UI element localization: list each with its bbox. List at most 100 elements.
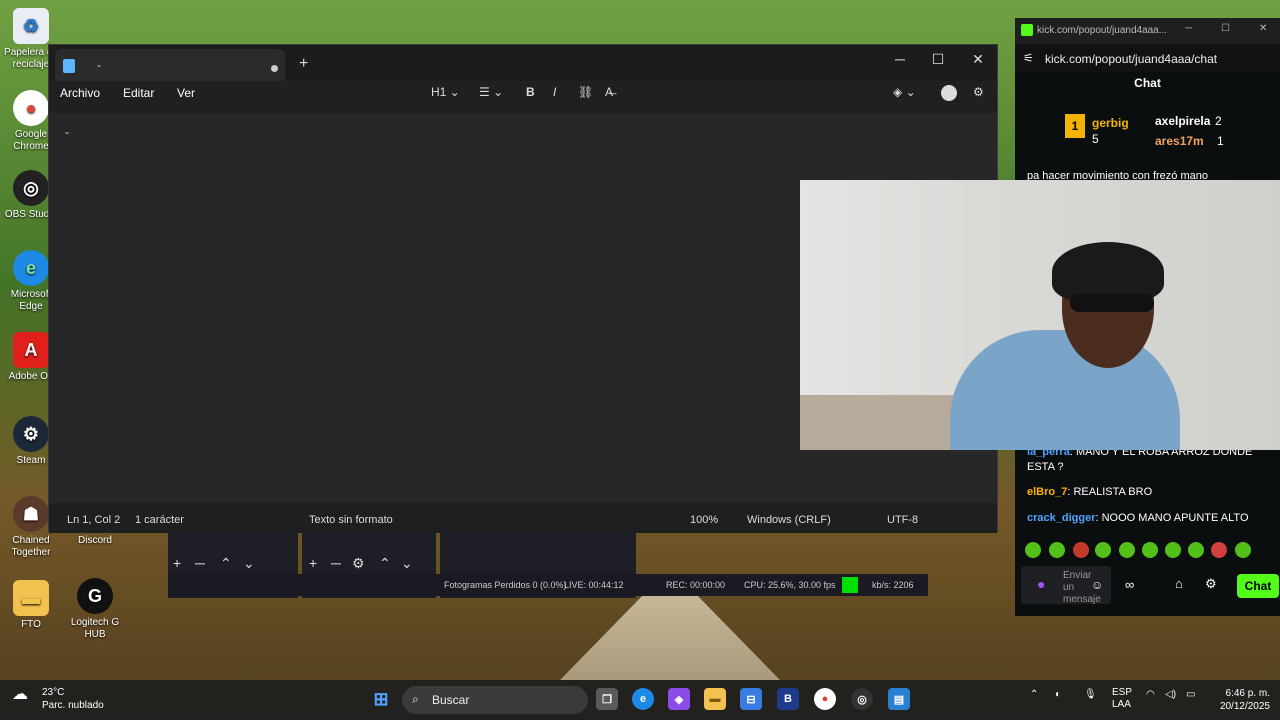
list-dropdown[interactable]: ☰ ⌄ <box>479 85 503 99</box>
obs-scene-down-button[interactable]: ⌄ <box>243 555 255 572</box>
emote-icon[interactable] <box>1095 542 1111 558</box>
task-view-icon[interactable]: ❐ <box>596 688 618 710</box>
obs-taskbar-icon[interactable]: ◎ <box>851 688 873 710</box>
language-indicator[interactable]: ESP LAA <box>1112 687 1132 711</box>
chat-username[interactable]: elBro_7 <box>1027 486 1067 498</box>
chat-close-button[interactable]: ✕ <box>1259 23 1267 34</box>
new-tab-button[interactable]: + <box>299 55 308 73</box>
account-icon[interactable] <box>941 85 957 101</box>
volume-icon[interactable]: ◁) <box>1165 689 1176 700</box>
menu-ver[interactable]: Ver <box>177 86 195 100</box>
store-taskbar-icon[interactable]: ⊟ <box>740 688 762 710</box>
obs-source-down-button[interactable]: ⌄ <box>401 555 413 572</box>
infinity-icon[interactable]: ∞ <box>1125 577 1134 592</box>
list-icon: ☰ <box>479 85 490 99</box>
status-format[interactable]: Texto sin formato <box>309 514 393 526</box>
close-button[interactable]: ✕ <box>963 51 993 68</box>
obs-kbs: kb/s: 2206 <box>872 580 914 590</box>
logitech-icon: G <box>77 578 113 614</box>
wifi-icon[interactable]: ◠ <box>1146 689 1155 700</box>
status-line-ending[interactable]: Windows (CRLF) <box>747 514 831 526</box>
menu-archivo[interactable]: Archivo <box>60 86 100 100</box>
status-zoom[interactable]: 100% <box>690 514 718 526</box>
heading-dropdown[interactable]: H1 ⌄ <box>431 85 460 99</box>
weather-desc: Parc. nublado <box>42 700 104 711</box>
obs-source-settings-icon[interactable]: ⚙ <box>352 555 365 572</box>
menu-editar[interactable]: Editar <box>123 86 154 100</box>
desktop-icon-discord[interactable]: Discord <box>64 535 126 547</box>
obs-remove-source-button[interactable]: ─ <box>331 555 341 571</box>
emote-icon[interactable] <box>1235 542 1251 558</box>
chat-maximize-button[interactable]: ☐ <box>1221 23 1230 34</box>
tray-chevron-icon[interactable]: ⌃ <box>1030 689 1038 700</box>
taskbar-search[interactable]: ⌕ Buscar <box>402 686 588 714</box>
emoji-icon[interactable]: ☺ <box>1091 578 1103 592</box>
edge-taskbar-icon[interactable]: e <box>632 688 654 710</box>
obs-add-source-button[interactable]: + <box>309 555 317 571</box>
copilot-icon[interactable]: ◈ ⌄ <box>893 85 916 99</box>
chat-username[interactable]: crack_digger <box>1027 512 1095 524</box>
tab-title: - <box>97 58 101 72</box>
store-icon[interactable]: ⌂ <box>1175 576 1183 591</box>
person-shirt <box>950 330 1180 450</box>
leader-second-name[interactable]: axelpirela <box>1155 114 1210 128</box>
chat-window-title: kick.com/popout/juand4aaa... <box>1037 25 1168 36</box>
status-chars: 1 carácter <box>135 514 184 526</box>
site-info-icon[interactable]: ⚟ <box>1023 51 1034 65</box>
start-windows-icon[interactable]: ⊞ <box>370 688 392 710</box>
emote-icon[interactable] <box>1119 542 1135 558</box>
battery-icon[interactable]: ▭ <box>1186 689 1195 700</box>
bold-button[interactable]: B <box>526 85 535 99</box>
clear-format-icon[interactable]: A̶ <box>605 85 613 99</box>
leader-third-name[interactable]: ares17m <box>1155 134 1204 148</box>
emote-icon[interactable] <box>1073 542 1089 558</box>
obs-icon: ◎ <box>13 170 49 206</box>
file-explorer-icon[interactable]: ▬ <box>704 688 726 710</box>
chat-minimize-button[interactable]: ─ <box>1185 23 1192 34</box>
copilot-taskbar-icon[interactable]: ◈ <box>668 688 690 710</box>
obs-add-scene-button[interactable]: + <box>173 555 181 571</box>
link-icon[interactable]: ⛓ <box>578 85 593 99</box>
b-app-icon[interactable]: B <box>777 688 799 710</box>
webcam-overlay <box>800 180 1280 450</box>
notepad-tab[interactable]: - <box>55 49 285 81</box>
emote-icon[interactable] <box>1165 542 1181 558</box>
chat-settings-gear-icon[interactable]: ⚙ <box>1205 576 1217 592</box>
obs-status-bar: Fotogramas Perdidos 0 (0.0%) LIVE: 00:44… <box>168 574 928 596</box>
sunglasses <box>1070 294 1154 312</box>
settings-gear-icon[interactable]: ⚙ <box>973 85 984 99</box>
obs-remove-scene-button[interactable]: ─ <box>195 555 205 571</box>
leader-first-name[interactable]: gerbig <box>1092 116 1129 130</box>
emote-icon[interactable] <box>1211 542 1227 558</box>
emote-quickbar <box>1023 540 1273 562</box>
status-encoding[interactable]: UTF-8 <box>887 514 918 526</box>
chrome-taskbar-icon[interactable]: ● <box>814 688 836 710</box>
chained-together-icon: ☗ <box>13 496 49 532</box>
minimize-button[interactable]: ─ <box>885 51 915 67</box>
emote-icon[interactable] <box>1025 542 1041 558</box>
tray-microphone-icon[interactable]: 🎙 <box>1084 689 1097 700</box>
adobe-icon: A <box>13 332 49 368</box>
chat-urlbar[interactable]: ⚟ kick.com/popout/juand4aaa/chat <box>1015 44 1280 72</box>
desktop-icon-fto[interactable]: ▬ FTO <box>0 580 62 631</box>
search-icon: ⌕ <box>412 692 419 706</box>
chat-send-button[interactable]: Chat <box>1237 574 1279 598</box>
unsaved-dot-icon[interactable] <box>271 65 278 72</box>
obs-rec: REC: 00:00:00 <box>666 580 726 590</box>
obs-source-up-button[interactable]: ⌃ <box>379 555 391 572</box>
desktop-icon-logitech[interactable]: G Logitech G HUB <box>64 578 126 641</box>
obs-scene-up-button[interactable]: ⌃ <box>220 555 232 572</box>
notepad-taskbar-icon[interactable]: ▤ <box>888 688 910 710</box>
emote-icon[interactable] <box>1049 542 1065 558</box>
clock[interactable]: 6:46 p. m. 20/12/2025 <box>1210 687 1270 713</box>
emote-icon[interactable] <box>1142 542 1158 558</box>
emote-icon[interactable] <box>1188 542 1204 558</box>
chat-titlebar: kick.com/popout/juand4aaa... ─ ☐ ✕ <box>1015 18 1280 44</box>
taskbar: ☁ 23°C Parc. nublado ⊞ ⌕ Buscar ❐ e ◈ ▬ … <box>0 680 1280 720</box>
tray-app-icon[interactable]: ◐ <box>1055 689 1061 700</box>
weather-widget[interactable]: ☁ 23°C Parc. nublado <box>12 686 104 712</box>
maximize-button[interactable]: ☐ <box>923 51 953 68</box>
microphone-icon[interactable]: ● <box>1037 576 1045 592</box>
italic-button[interactable]: I <box>553 85 556 99</box>
chat-input[interactable]: ● Enviar un mensaje ☺ <box>1021 566 1111 605</box>
